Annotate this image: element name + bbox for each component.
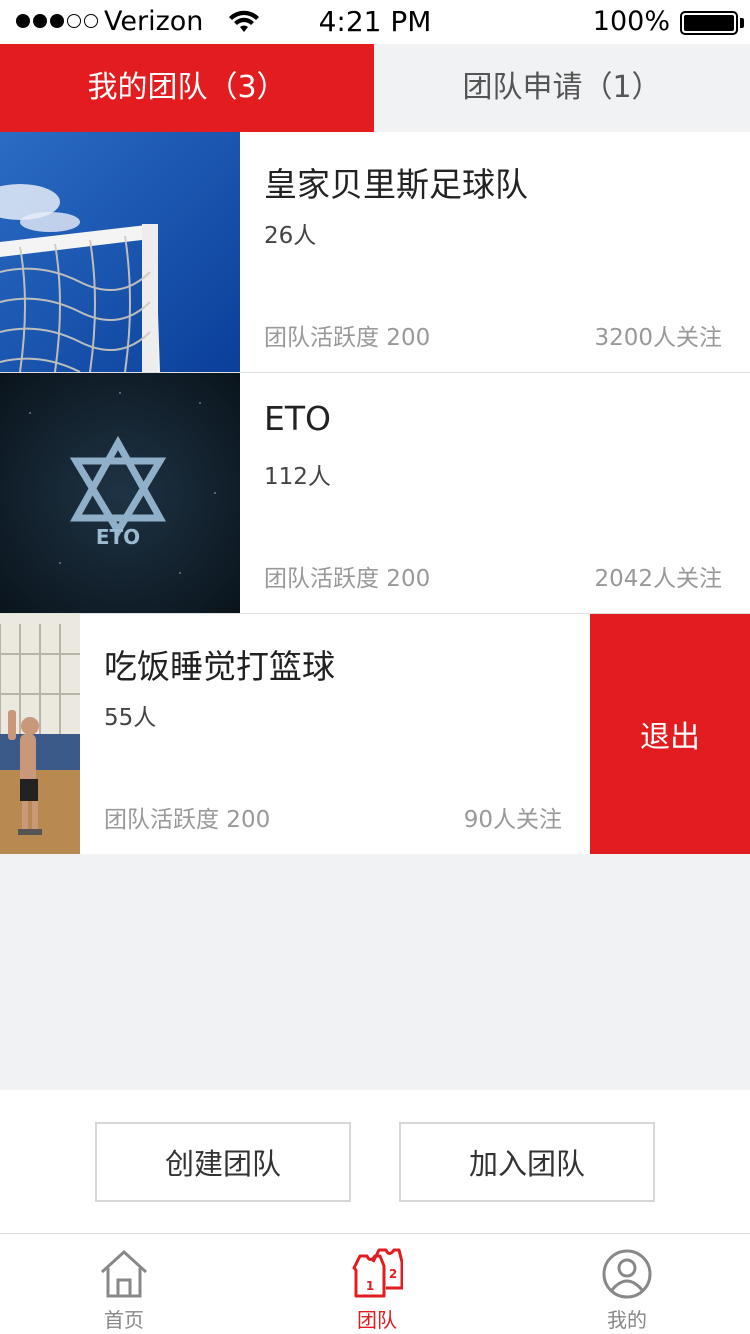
team-name: 吃饭睡觉打篮球 bbox=[104, 647, 335, 686]
create-team-button[interactable]: 创建团队 bbox=[95, 1122, 351, 1202]
team-avatar bbox=[0, 614, 80, 854]
exit-team-button[interactable]: 退出 bbox=[590, 614, 750, 854]
action-panel: 创建团队 加入团队 bbox=[0, 1090, 750, 1234]
team-member-count: 55人 bbox=[104, 705, 157, 731]
team-activity: 团队活跃度 200 bbox=[264, 325, 431, 351]
team-list-item[interactable]: ETO ETO 112人 团队活跃度 200 2042人关注 bbox=[0, 373, 750, 614]
status-bar: Verizon 4:21 PM 100% bbox=[0, 0, 750, 44]
team-avatar: ETO bbox=[0, 373, 240, 613]
nav-team[interactable]: 1 2 团队 bbox=[297, 1234, 457, 1334]
team-list-item[interactable]: 吃饭睡觉打篮球 55人 团队活跃度 200 90人关注 退出 bbox=[0, 614, 750, 854]
team-jersey-icon: 1 2 bbox=[352, 1248, 403, 1298]
team-name: 皇家贝里斯足球队 bbox=[264, 165, 528, 204]
eto-star-logo-icon: ETO bbox=[0, 373, 240, 613]
svg-text:ETO: ETO bbox=[96, 525, 140, 549]
team-activity: 团队活跃度 200 bbox=[264, 566, 431, 592]
team-followers: 3200人关注 bbox=[594, 325, 722, 351]
team-followers: 90人关注 bbox=[463, 807, 562, 833]
join-team-button[interactable]: 加入团队 bbox=[399, 1122, 655, 1202]
team-tabs: 我的团队（3） 团队申请（1） bbox=[0, 44, 750, 132]
nav-me-label: 我的 bbox=[607, 1308, 647, 1332]
basketball-player-photo-icon bbox=[0, 614, 80, 854]
svg-text:2: 2 bbox=[389, 1267, 397, 1281]
team-activity: 团队活跃度 200 bbox=[104, 807, 271, 833]
tab-team-applications[interactable]: 团队申请（1） bbox=[374, 44, 750, 132]
nav-home-label: 首页 bbox=[104, 1308, 144, 1332]
team-avatar bbox=[0, 132, 240, 372]
svg-text:1: 1 bbox=[366, 1279, 374, 1293]
team-member-count: 26人 bbox=[264, 223, 317, 249]
nav-team-label: 团队 bbox=[357, 1308, 397, 1332]
nav-me[interactable]: 我的 bbox=[547, 1234, 707, 1334]
bottom-tab-bar: 首页 1 2 团队 我的 bbox=[0, 1234, 750, 1334]
battery-percentage: 100% bbox=[592, 6, 670, 37]
team-list-item[interactable]: 皇家贝里斯足球队 26人 团队活跃度 200 3200人关注 bbox=[0, 132, 750, 373]
tab-my-teams[interactable]: 我的团队（3） bbox=[0, 44, 374, 132]
nav-home[interactable]: 首页 bbox=[44, 1234, 204, 1334]
profile-icon bbox=[602, 1249, 652, 1299]
team-followers: 2042人关注 bbox=[594, 566, 722, 592]
soccer-goal-photo-icon bbox=[0, 132, 240, 372]
team-member-count: 112人 bbox=[264, 464, 331, 490]
team-name: ETO bbox=[264, 399, 331, 438]
home-icon bbox=[100, 1250, 148, 1298]
battery-icon bbox=[680, 11, 738, 35]
